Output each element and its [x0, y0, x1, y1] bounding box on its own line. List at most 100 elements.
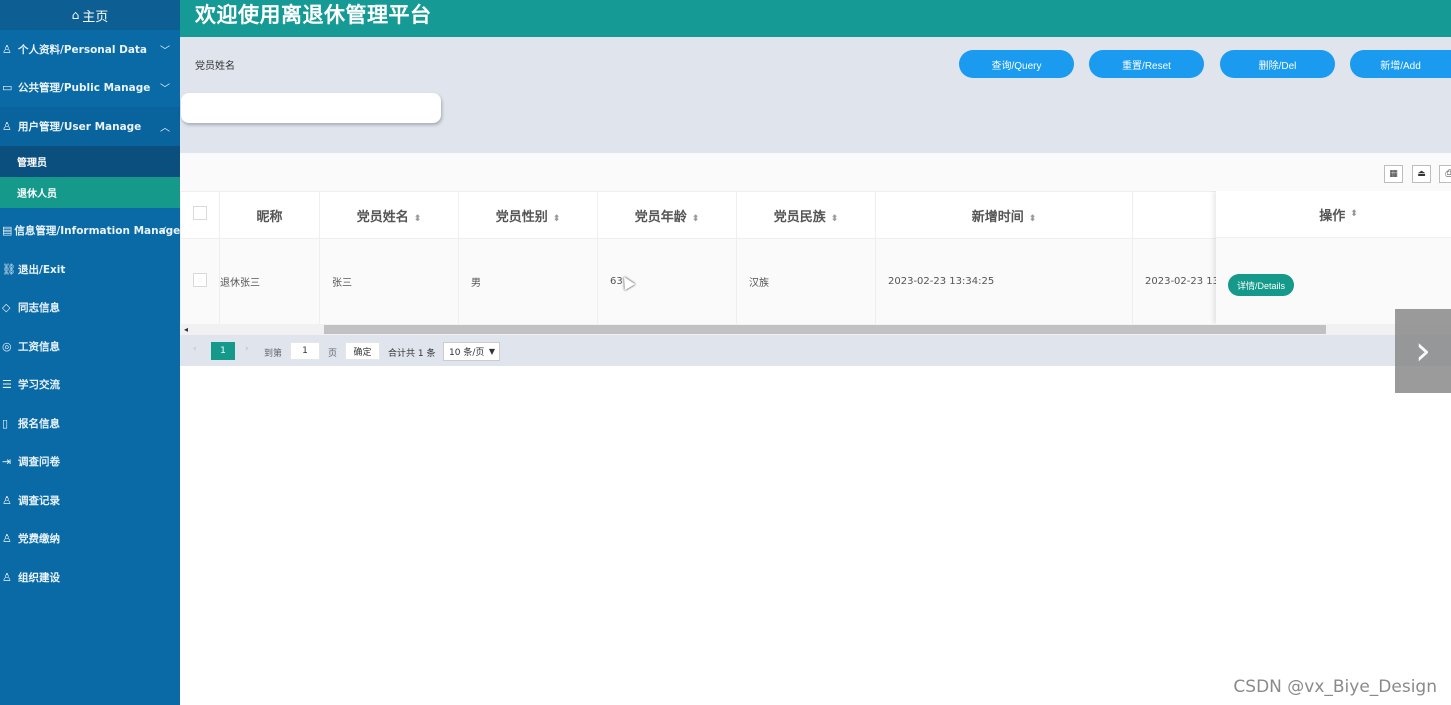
column-header-label: 党员性别 [495, 209, 548, 225]
sidebar-item-survey[interactable]: ⇥ 调查问卷 [0, 443, 180, 482]
sidebar-item-salary-info[interactable]: ◎ 工资信息 [0, 327, 180, 366]
column-header-created-time[interactable]: 新增时间 ⬍ [875, 191, 1133, 239]
cell-nickname: 退休张三 [219, 238, 320, 324]
chevron-down-icon: ﹀ [160, 84, 170, 96]
sort-icon[interactable]: ⬍ [831, 214, 839, 224]
sidebar-item-registration-info[interactable]: ▯ 报名信息 [0, 404, 180, 443]
column-header-label: 昵称 [256, 209, 283, 225]
reset-button[interactable]: 重置/Reset [1089, 50, 1204, 78]
column-header-ethnicity[interactable]: 党员民族 ⬍ [736, 191, 876, 239]
column-header-name[interactable]: 党员姓名 ⬍ [319, 191, 459, 239]
sidebar-nav: ♙ 个人资料/Personal Data ﹀ ▭ 公共管理/Public Man… [0, 30, 180, 597]
sidebar-item-personal-data[interactable]: ♙ 个人资料/Personal Data ﹀ [0, 30, 180, 69]
page-unit-label: 页 [328, 349, 338, 359]
phone-icon: ▯ [2, 416, 9, 430]
watermark: CSDN @vx_Biye_Design [1233, 677, 1437, 697]
sidebar-item-survey-records[interactable]: ♙ 调查记录 [0, 481, 180, 520]
sidebar-item-exit[interactable]: ⛓ 退出/Exit [0, 250, 180, 289]
export-icon: ⇥ [2, 455, 12, 469]
sort-icon[interactable]: ⬍ [553, 214, 561, 224]
sidebar: ⌂ 主页 ♙ 个人资料/Personal Data ﹀ ▭ 公共管理/Publi… [0, 0, 180, 705]
sidebar-item-label: 用户管理/User Manage [18, 120, 142, 133]
print-icon[interactable]: ⎙ [1439, 165, 1451, 183]
sort-icon[interactable]: ⬍ [1029, 214, 1037, 224]
scroll-left-icon[interactable]: ◂ [184, 324, 188, 335]
monitor-icon: ▭ [2, 81, 13, 95]
data-table: 昵称 党员姓名 ⬍ 党员性别 ⬍ 党员年龄 ⬍ 党员民族 ⬍ 新增时间 ⬍ 退休张三 张三… [180, 191, 1451, 324]
table: 昵称 党员姓名 ⬍ 党员性别 ⬍ 党员年龄 ⬍ 党员民族 ⬍ 新增时间 ⬍ 退休张三 张三… [180, 191, 1273, 324]
page-current[interactable]: 1 [211, 342, 235, 360]
column-header-label: 党员年龄 [634, 209, 687, 225]
page-size-select[interactable]: 10 条/页 ▼ [443, 342, 500, 361]
query-button[interactable]: 查询/Query [959, 50, 1074, 78]
sidebar-item-information-manage[interactable]: ▤ 信息管理/Information Manage ✓ [0, 212, 180, 251]
next-page-icon[interactable]: › [245, 344, 249, 354]
sidebar-item-label: 个人资料/Personal Data [18, 43, 148, 56]
chevron-down-icon: ▼ [488, 347, 495, 356]
user-icon: ♙ [2, 42, 12, 56]
column-header-gender[interactable]: 党员性别 ⬍ [458, 191, 598, 239]
add-button[interactable]: 新增/Add [1350, 50, 1451, 78]
column-header-operations[interactable]: 操作 ⬍ [1216, 191, 1451, 238]
column-header-label: 党员民族 [773, 209, 826, 225]
sidebar-item-study-exchange[interactable]: ☰ 学习交流 [0, 366, 180, 405]
table-row: 退休张三 张三 男 63 汉族 2023-02-23 13:34:25 2023… [180, 238, 1273, 324]
details-button[interactable]: 详情/Details [1228, 274, 1294, 296]
column-header-age[interactable]: 党员年龄 ⬍ [597, 191, 737, 239]
list-icon: ☰ [2, 378, 12, 392]
sidebar-item-label: 同志信息 [18, 302, 60, 315]
select-all-checkbox[interactable] [193, 206, 207, 220]
cell-gender: 男 [458, 238, 598, 324]
sort-icon[interactable]: ⬍ [414, 214, 422, 224]
user-icon: ♙ [2, 570, 12, 584]
goto-page-input[interactable]: 1 [290, 342, 320, 360]
party-member-name-label: 党员姓名 [195, 61, 235, 72]
cell-created-time: 2023-02-23 13:34:25 [875, 238, 1133, 324]
home-icon: ⌂ [71, 8, 80, 22]
column-header-label: 操作 [1319, 208, 1346, 224]
top-header: 欢迎使用离退休管理平台 [180, 0, 1451, 37]
party-member-name-input[interactable] [181, 93, 441, 123]
sidebar-item-comrade-info[interactable]: ◇ 同志信息 [0, 289, 180, 328]
total-count: 合计共 1 条 [388, 349, 436, 359]
sidebar-item-label: 公共管理/Public Manage [18, 82, 151, 95]
horizontal-scrollbar[interactable]: ◂ [180, 324, 1451, 335]
sidebar-item-user-manage[interactable]: ♙ 用户管理/User Manage ︿ [0, 107, 180, 146]
delete-button[interactable]: 删除/Del [1220, 50, 1335, 78]
settings-icon: ◎ [2, 339, 12, 353]
chevron-right-icon: › [1415, 328, 1431, 374]
sort-icon[interactable]: ⬍ [692, 214, 700, 224]
chevron-up-icon: ︿ [160, 122, 170, 134]
sidebar-item-label: 党费缴纳 [18, 533, 60, 546]
link-icon: ⛓ [2, 262, 16, 276]
sidebar-item-public-manage[interactable]: ▭ 公共管理/Public Manage ﹀ [0, 69, 180, 108]
next-arrow-button[interactable]: › [1395, 309, 1451, 393]
sidebar-item-organization[interactable]: ♙ 组织建设 [0, 558, 180, 597]
sidebar-item-party-dues[interactable]: ♙ 党费缴纳 [0, 520, 180, 559]
prev-page-icon[interactable]: ‹ [193, 344, 197, 354]
column-header-label: 新增时间 [971, 209, 1024, 225]
column-header-label: 党员姓名 [356, 209, 409, 225]
export-icon[interactable]: ⏏ [1412, 165, 1431, 183]
sidebar-subitem-retirees[interactable]: 退休人员 [0, 176, 180, 208]
sidebar-item-label: 组织建设 [18, 571, 60, 584]
sidebar-item-label: 信息管理/Information Manage [14, 225, 181, 238]
scrollbar-thumb[interactable] [324, 325, 1326, 334]
sidebar-item-label: 调查问卷 [18, 456, 60, 469]
sort-icon[interactable]: ⬍ [1350, 209, 1358, 219]
row-checkbox[interactable] [193, 273, 207, 287]
home-link[interactable]: ⌂ 主页 [0, 0, 180, 30]
sidebar-subitem-admin[interactable]: 管理员 [0, 146, 180, 177]
home-label: 主页 [82, 9, 109, 25]
tag-icon: ◇ [2, 301, 11, 315]
user-icon: ♙ [2, 119, 12, 133]
columns-icon[interactable]: ▦ [1384, 165, 1403, 183]
goto-confirm-button[interactable]: 确定 [345, 342, 380, 360]
cell-age: 63 [597, 238, 737, 324]
column-header-nickname: 昵称 [219, 191, 320, 239]
cell-ethnicity: 汉族 [736, 238, 876, 324]
row-select-cell [180, 238, 220, 324]
check-icon: ✓ [159, 225, 168, 237]
sidebar-item-label: 退出/Exit [18, 263, 66, 276]
sidebar-item-label: 学习交流 [18, 379, 60, 392]
